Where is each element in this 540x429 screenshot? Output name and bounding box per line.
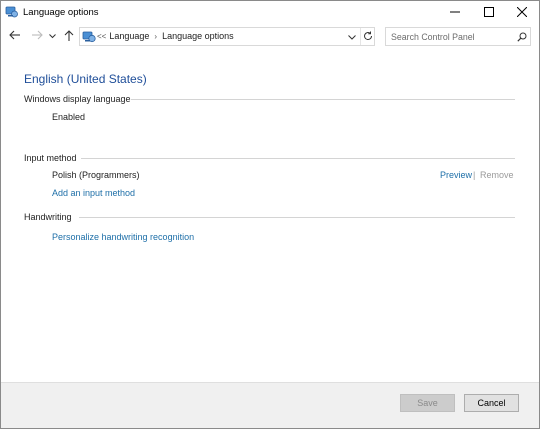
add-input-method-link[interactable]: Add an input method [52,188,135,198]
arrow-left-icon [8,30,20,42]
page-title: English (United States) [24,72,147,86]
breadcrumb-separator-icon[interactable]: › [154,32,157,41]
close-button[interactable] [505,1,539,24]
arrow-up-icon [64,29,74,43]
dialog-footer: Save Cancel [1,382,539,428]
breadcrumb-overflow[interactable]: << [97,32,106,41]
breadcrumb: << Language › Language options [97,31,234,41]
close-icon [516,6,528,19]
address-bar[interactable]: << Language › Language options [79,27,375,46]
recent-locations-button[interactable] [47,27,57,45]
address-dropdown-button[interactable] [345,28,359,45]
link-separator: | [473,170,476,180]
section-divider [131,99,515,100]
control-panel-icon [82,29,97,44]
control-panel-icon [5,5,19,19]
back-button[interactable] [6,27,22,45]
save-button[interactable]: Save [400,394,455,412]
breadcrumb-item-language-options[interactable]: Language options [162,31,234,41]
input-method-item: Polish (Programmers) [52,170,140,180]
breadcrumb-item-language[interactable]: Language [109,31,149,41]
main-content: English (United States) Windows display … [1,49,539,382]
arrow-right-icon [31,30,43,42]
display-language-status: Enabled [52,112,86,122]
section-heading-input-method: Input method [24,153,77,163]
section-divider [81,158,515,159]
maximize-button[interactable] [472,1,506,24]
chevron-down-icon [348,32,356,42]
chevron-down-icon [48,31,56,41]
navigation-bar: << Language › Language options Search Co… [1,24,539,48]
search-input[interactable]: Search Control Panel [391,32,475,42]
window-title: Language options [23,7,99,18]
minimize-icon [450,7,460,19]
title-bar[interactable]: Language options [1,1,539,24]
preview-link[interactable]: Preview [440,170,472,180]
forward-button[interactable] [29,27,45,45]
refresh-icon [363,31,373,43]
minimize-button[interactable] [438,1,472,24]
section-divider [79,217,515,218]
section-heading-handwriting: Handwriting [24,212,72,222]
section-heading-display-language: Windows display language [24,94,131,104]
search-icon[interactable] [515,30,529,44]
search-box[interactable]: Search Control Panel [385,27,531,46]
language-options-window: Language options << Language › Language … [0,0,540,429]
maximize-icon [484,6,494,19]
remove-link[interactable]: Remove [480,170,514,180]
refresh-button[interactable] [360,28,374,45]
cancel-button[interactable]: Cancel [464,394,519,412]
up-button[interactable] [61,27,77,45]
personalize-handwriting-link[interactable]: Personalize handwriting recognition [52,232,194,242]
